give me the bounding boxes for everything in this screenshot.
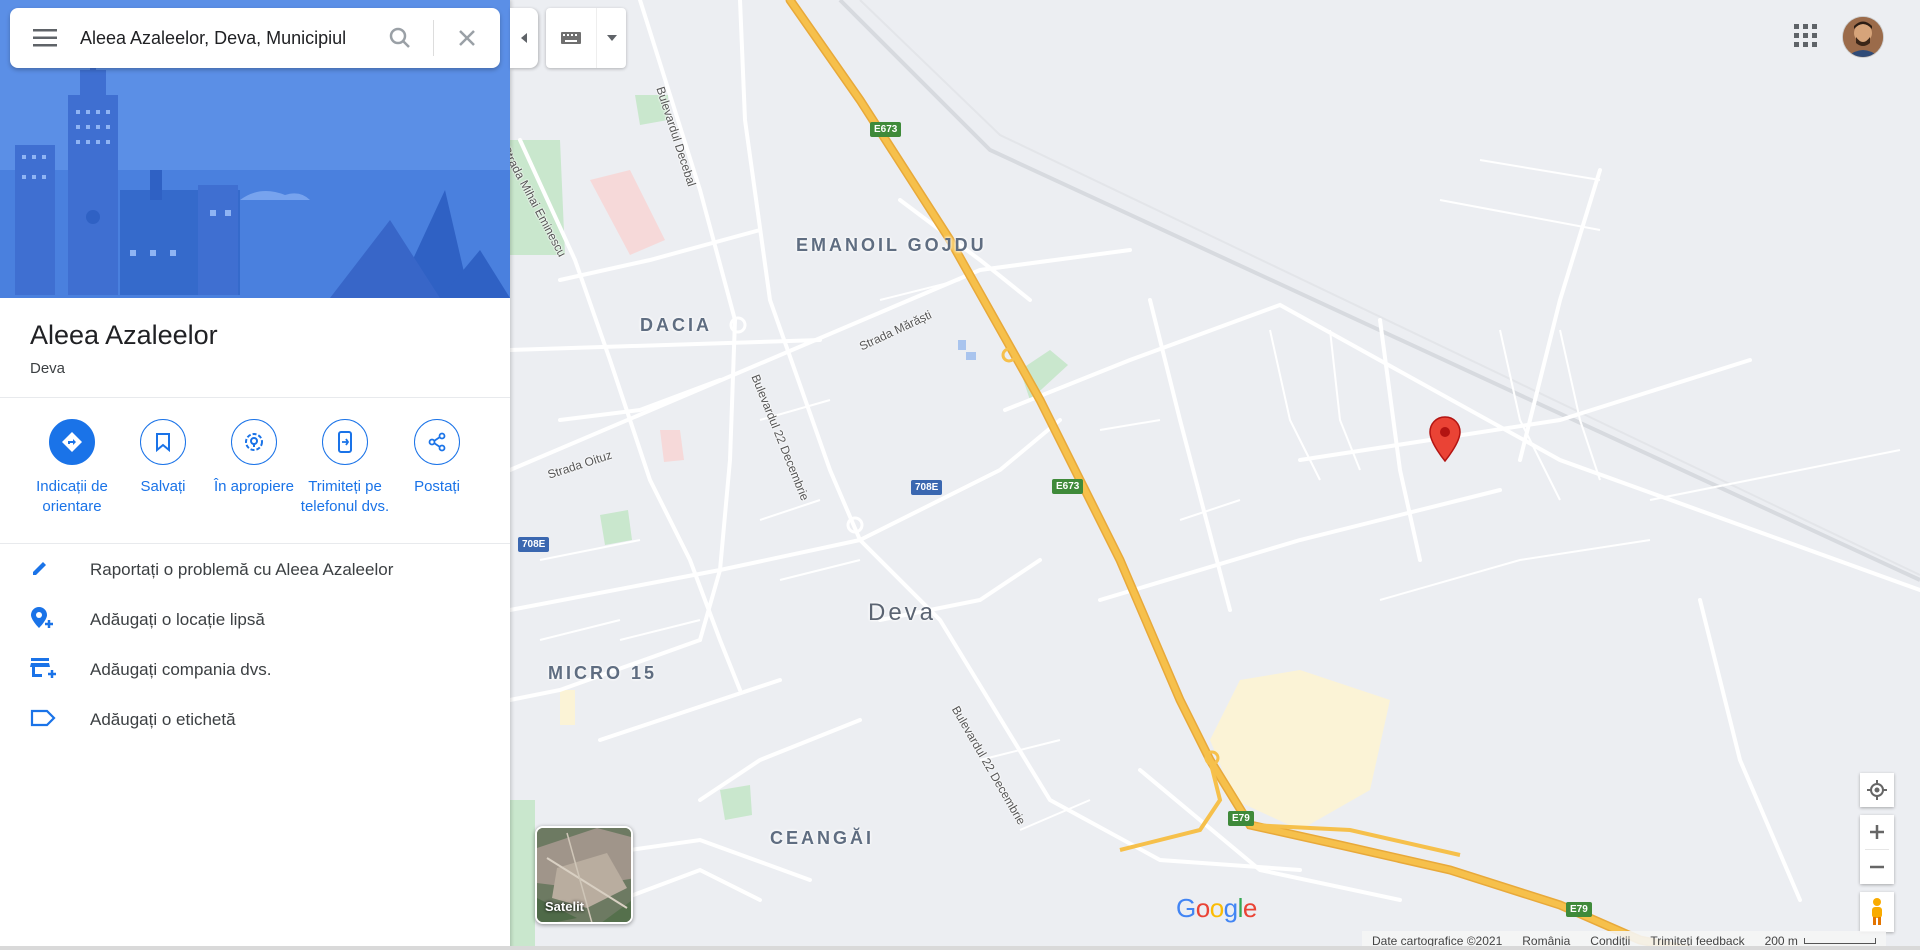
zoom-controls [1860,815,1894,884]
menu-button[interactable] [10,8,80,68]
collapse-panel-button[interactable] [510,8,538,68]
satellite-layer-toggle[interactable]: Satelit [535,826,633,924]
directions-button[interactable]: Indicații de orientare [22,419,122,517]
search-input[interactable]: Aleea Azaleelor, Deva, Municipiul [80,28,367,49]
zoom-out-button[interactable] [1860,850,1894,884]
clear-search-button[interactable] [434,8,500,68]
place-subtitle: Deva [30,360,66,377]
label-icon [30,709,56,726]
send-to-phone-icon [322,419,368,465]
action-label: Indicații de orientare [36,478,108,515]
action-label: În apropiere [213,478,295,495]
input-tools-dropdown[interactable] [596,8,626,68]
place-panel: Aleea Azaleelor, Deva, Municipiul Aleea … [0,0,510,950]
bottom-border [0,946,1920,950]
route-shield: E673 [1052,479,1084,494]
nearby-icon [231,419,277,465]
send-to-phone-button[interactable]: Trimiteți pe telefonul dvs. [295,419,395,517]
link-label: Raportați o problemă cu Aleea Azaleelor [90,560,394,579]
google-logo: Google [1176,893,1257,923]
plus-icon [1870,825,1884,839]
place-title: Aleea Azaleelor [30,320,218,350]
scale-line [1803,937,1876,944]
my-location-button[interactable] [1860,773,1894,807]
add-location-icon [31,606,53,628]
map-controls [1860,773,1894,932]
hamburger-menu-icon [33,29,57,47]
street-view-button[interactable] [1860,892,1894,932]
add-business-link[interactable]: Adăugați compania dvs. [0,645,510,695]
keyboard-icon [561,32,581,44]
map-label-dacia: DACIA [640,315,712,335]
input-tools [546,8,626,68]
close-icon [459,30,475,46]
apps-grid-icon[interactable] [1794,24,1818,48]
chevron-down-icon [606,35,617,41]
add-missing-place-link[interactable]: Adăugați o locație lipsă [0,595,510,645]
minus-icon [1870,865,1884,869]
add-business-icon [30,657,56,678]
map-label-emanoil-gojdu: EMANOIL GOJDU [796,235,987,255]
satellite-label: Satelit [545,899,585,914]
route-shield: 708E [518,537,550,552]
share-button[interactable]: Postați [387,419,487,497]
search-icon [389,27,410,48]
action-label: Postați [414,478,460,495]
pencil-icon [33,561,46,575]
directions-icon [49,419,95,465]
route-shield: E79 [1566,902,1592,917]
link-label: Adăugați o etichetă [90,710,236,729]
pegman-icon [1872,898,1882,925]
keyboard-button[interactable] [546,8,596,68]
location-pin-icon[interactable] [1428,415,1462,465]
action-label: Salvați [140,478,186,495]
route-shield: E673 [870,122,902,137]
save-button[interactable]: Salvați [113,419,213,497]
route-shield: 708E [911,480,943,495]
map-label-micro-15: MICRO 15 [548,663,658,683]
user-avatar-icon [1843,17,1883,57]
search-box: Aleea Azaleelor, Deva, Municipiul [10,8,500,68]
place-actions: Indicații de orientare Salvați În apropi… [0,399,510,544]
add-label-link[interactable]: Adăugați o etichetă [0,695,510,745]
my-location-icon [1867,780,1887,800]
route-shield: E79 [1228,811,1254,826]
chevron-left-icon [521,33,527,43]
bookmark-icon [140,419,186,465]
nearby-button[interactable]: În apropiere [204,419,304,497]
place-links: Raportați o problemă cu Aleea Azaleelor … [0,545,510,745]
action-label: Trimiteți pe telefonul dvs. [300,478,390,515]
link-label: Adăugați compania dvs. [90,660,272,679]
zoom-in-button[interactable] [1860,815,1894,849]
report-problem-link[interactable]: Raportați o problemă cu Aleea Azaleelor [0,545,510,595]
account-avatar[interactable] [1843,17,1883,57]
share-icon [414,419,460,465]
map-label-city: Deva [868,599,937,626]
search-button[interactable] [367,8,433,68]
place-header: Aleea Azaleelor Deva [0,298,510,398]
link-label: Adăugați o locație lipsă [90,610,265,629]
map-label-ceangai: CEANGĂI [770,828,875,848]
